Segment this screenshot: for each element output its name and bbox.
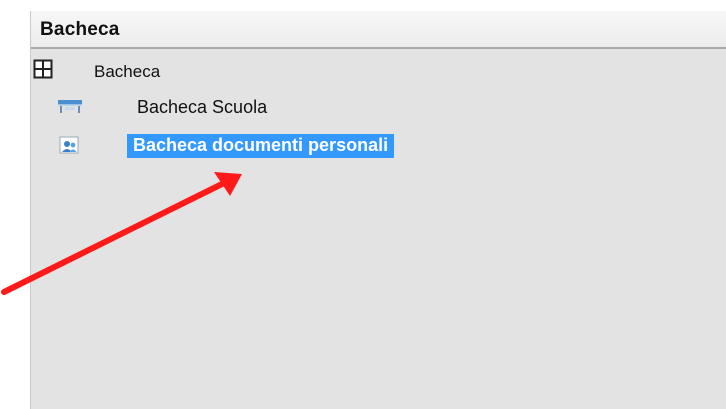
tree-item-label: Bacheca Scuola	[137, 97, 268, 117]
panel-title: Bacheca	[40, 19, 120, 40]
tree-root-bacheca[interactable]: Bacheca	[31, 59, 331, 87]
bacheca-panel: Bacheca Bacheca Bacheca Scuola Bacheca d…	[30, 11, 726, 409]
tree-root-label: Bacheca	[94, 62, 161, 81]
screenshot-stage: Bacheca Bacheca Bacheca Scuola Bacheca d…	[0, 0, 726, 409]
tree-item-bacheca-scuola[interactable]: Bacheca Scuola	[31, 95, 631, 123]
grid-icon	[33, 59, 53, 84]
tree-item-bacheca-documenti-personali[interactable]: Bacheca documenti personali	[31, 133, 631, 161]
tree-item-label-selected: Bacheca documenti personali	[127, 134, 395, 158]
school-board-icon	[57, 98, 83, 121]
personal-documents-icon	[57, 136, 83, 161]
panel-header: Bacheca	[31, 11, 726, 49]
